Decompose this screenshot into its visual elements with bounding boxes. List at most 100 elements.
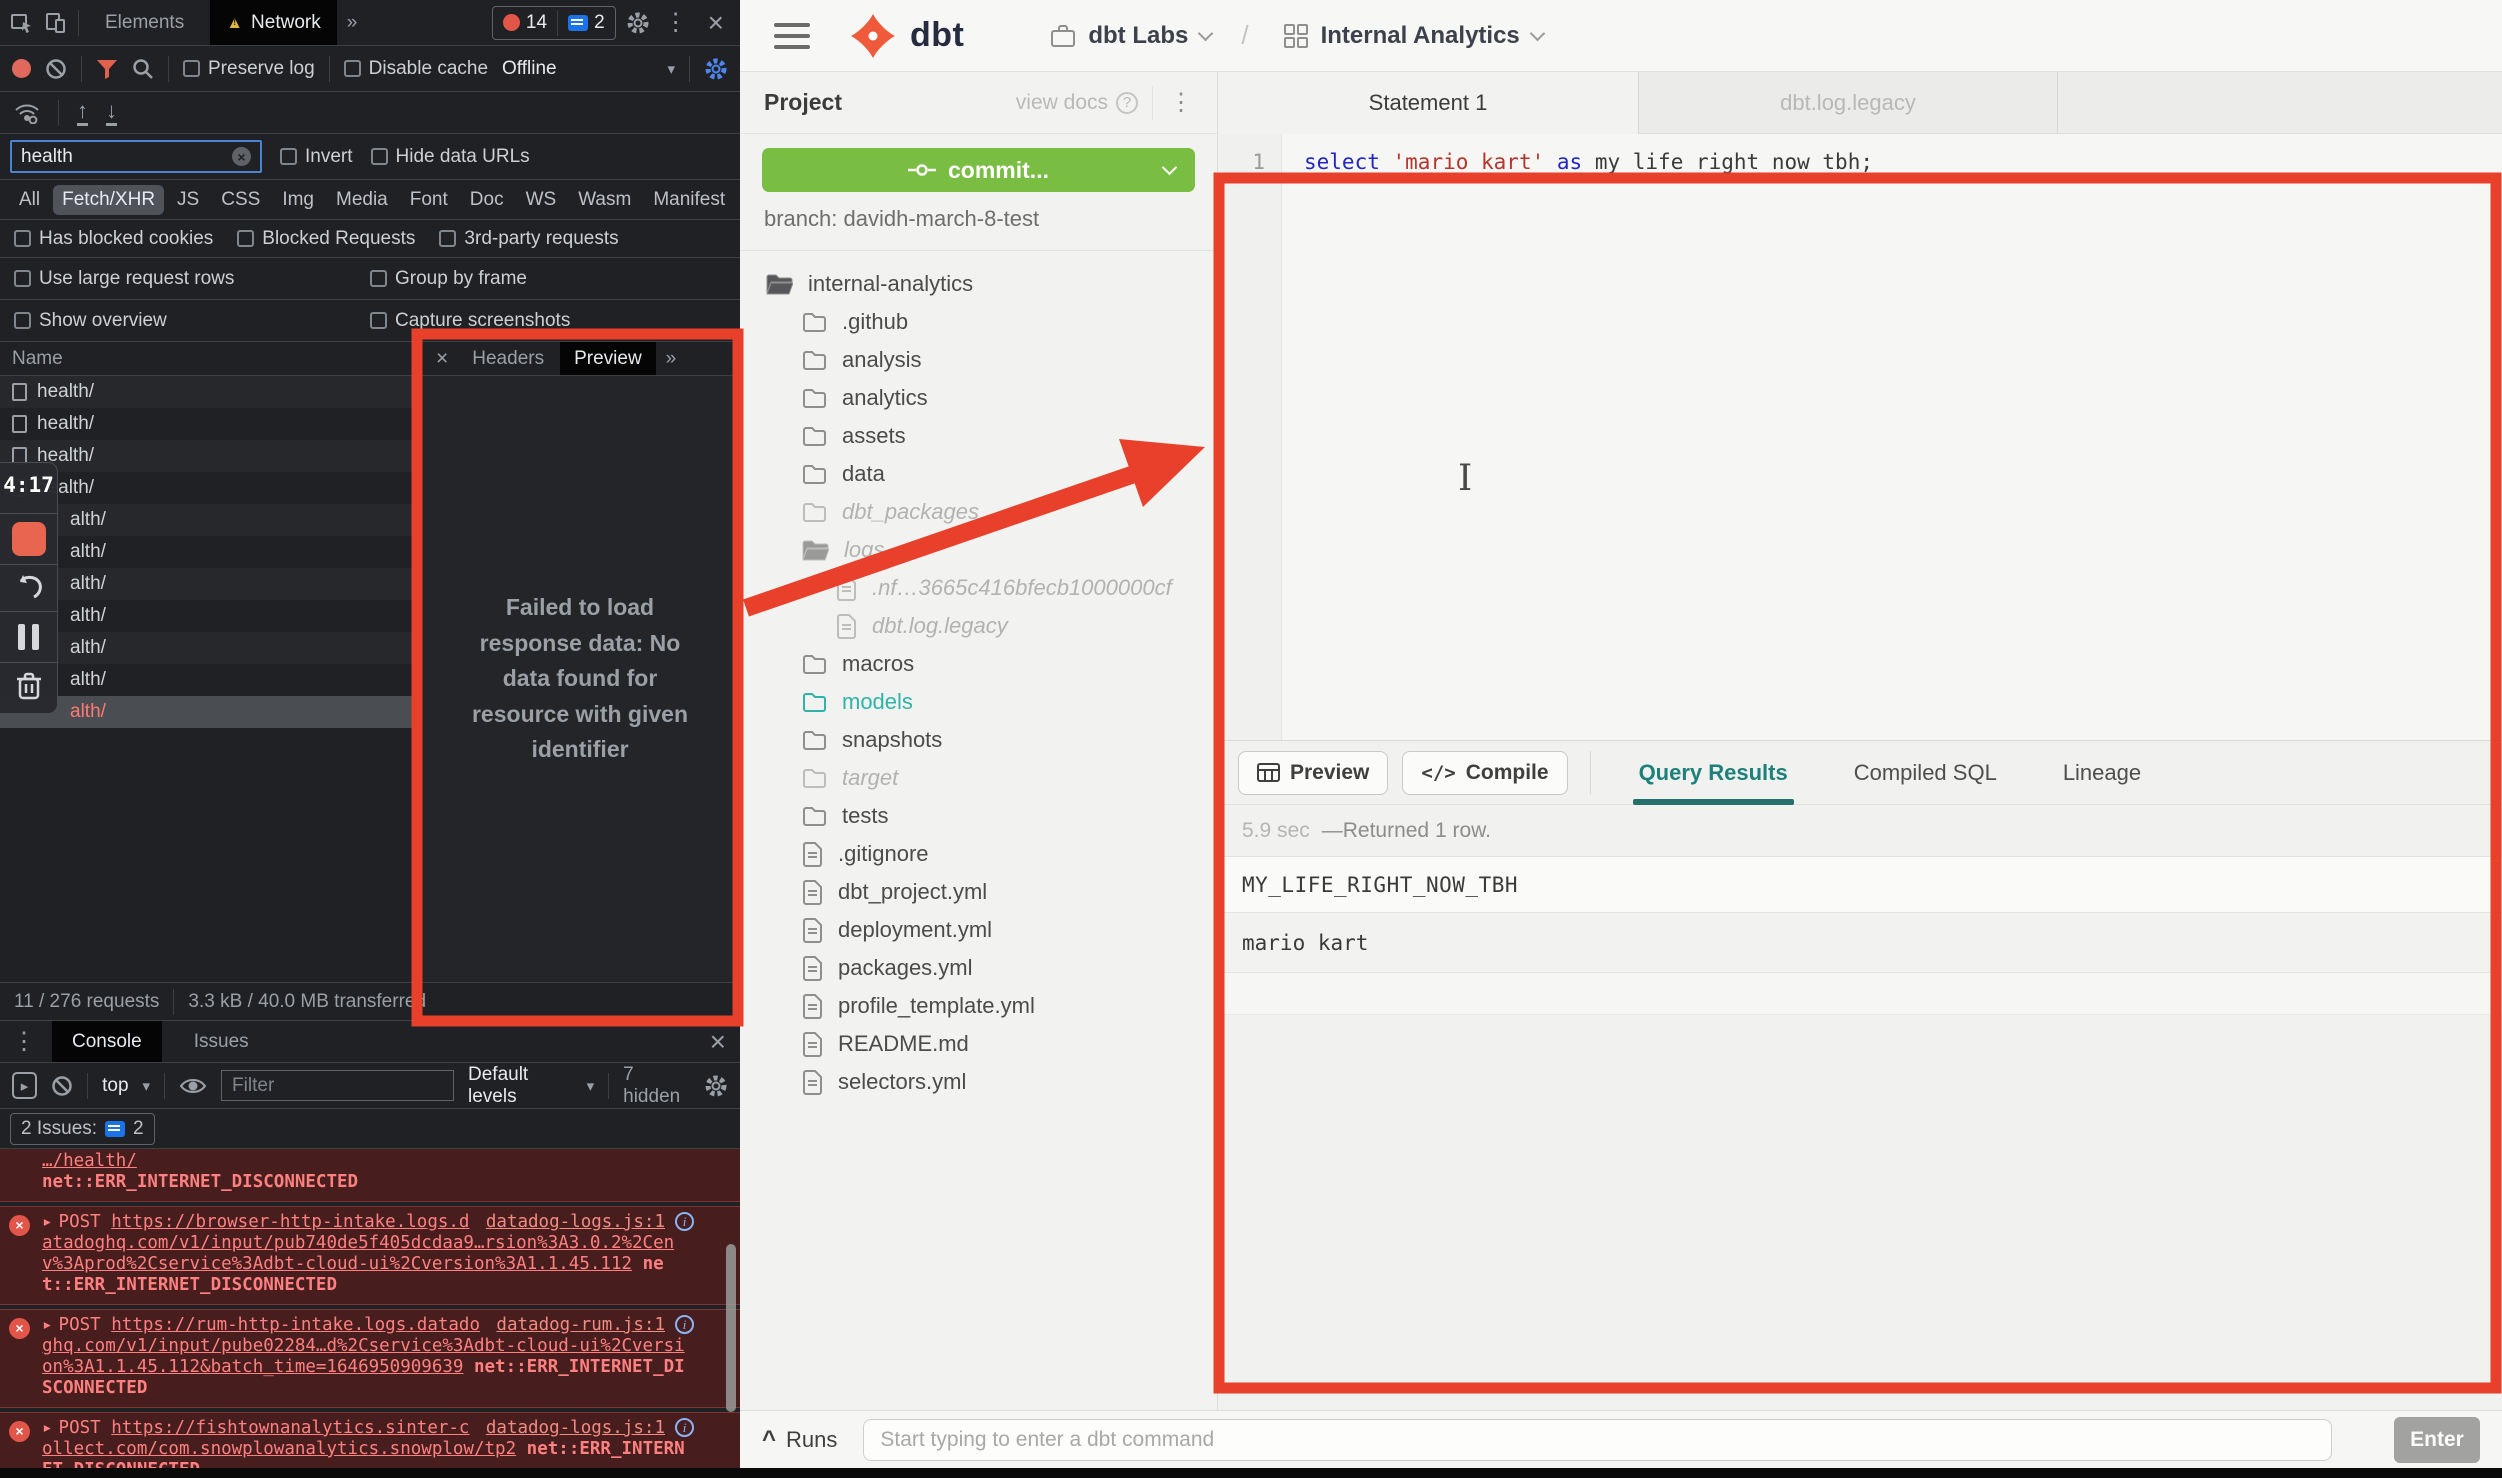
filter-chip-font[interactable]: Font [401, 185, 457, 215]
tab-issues[interactable]: Issues [174, 1021, 269, 1062]
tree-item-folder-models[interactable]: models [740, 683, 1217, 721]
commit-button[interactable]: commit... [762, 148, 1195, 192]
console-error[interactable]: × i datadog-logs.js:1 ▸POST https://brow… [0, 1206, 740, 1305]
request-row[interactable]: health/ [0, 472, 419, 504]
console-error[interactable]: × i datadog-logs.js:1 ▸POST https://fish… [0, 1412, 740, 1468]
tree-item-folder[interactable]: assets [740, 417, 1217, 455]
delete-recording-icon[interactable] [15, 671, 43, 701]
filter-funnel-icon[interactable] [96, 59, 118, 79]
error-badge[interactable]: 14 [503, 12, 547, 34]
export-har-icon[interactable]: ↓ [106, 100, 117, 126]
filter-chip-wasm[interactable]: Wasm [569, 185, 640, 215]
filter-chip-doc[interactable]: Doc [461, 185, 513, 215]
tree-item-file[interactable]: dbt.log.legacy [740, 607, 1217, 645]
hide-data-urls-checkbox[interactable]: Hide data URLs [371, 146, 530, 168]
tree-item-folder[interactable]: analysis [740, 341, 1217, 379]
tab-lineage[interactable]: Lineage [2037, 741, 2167, 804]
clear-console-icon[interactable] [51, 1075, 73, 1097]
blocked-requests-checkbox[interactable]: Blocked Requests [237, 228, 415, 250]
tab-elements[interactable]: Elements [89, 0, 200, 45]
tree-item-file[interactable]: packages.yml [740, 949, 1217, 987]
tree-item-folder[interactable]: analytics [740, 379, 1217, 417]
tree-item-folder[interactable]: dbt_packages [740, 493, 1217, 531]
view-docs-link[interactable]: view docs ? [1016, 91, 1138, 115]
tree-item-file[interactable]: deployment.yml [740, 911, 1217, 949]
runs-toggle[interactable]: ^Runs [762, 1426, 837, 1454]
filter-chip-manifest[interactable]: Manifest [644, 185, 734, 215]
info-circle-icon[interactable]: i [675, 1418, 694, 1437]
console-error[interactable]: × i datadog-rum.js:1 ▸POST https://rum-h… [0, 1309, 740, 1408]
capture-screenshots-checkbox[interactable]: Capture screenshots [370, 310, 726, 332]
filter-chip-css[interactable]: CSS [212, 185, 269, 215]
more-detail-tabs-icon[interactable]: » [658, 348, 685, 370]
request-row[interactable]: alth/ [0, 664, 419, 696]
error-source-link[interactable]: datadog-logs.js:1 [486, 1212, 665, 1233]
network-settings-gear-icon[interactable] [704, 57, 728, 81]
filter-chip-all[interactable]: All [10, 185, 49, 215]
tab-headers[interactable]: Headers [458, 342, 558, 375]
request-row[interactable]: alth/ [0, 504, 419, 536]
invert-checkbox[interactable]: Invert [280, 146, 353, 168]
compile-button[interactable]: </> Compile [1402, 751, 1567, 795]
requests-name-column-header[interactable]: Name [0, 342, 419, 376]
console-menu-icon[interactable]: ⋮ [8, 1027, 40, 1056]
result-column-header[interactable]: MY_LIFE_RIGHT_NOW_TBH [1218, 857, 2502, 913]
devtools-menu-icon[interactable]: ⋮ [660, 8, 692, 37]
tab-query-results[interactable]: Query Results [1613, 741, 1814, 804]
record-icon[interactable] [12, 59, 31, 78]
close-devtools-icon[interactable]: × [702, 9, 730, 37]
dbt-logo[interactable]: dbt [850, 13, 964, 59]
has-blocked-cookies-checkbox[interactable]: Has blocked cookies [14, 228, 213, 250]
result-row[interactable]: mario kart [1218, 913, 2502, 973]
disable-cache-checkbox[interactable]: Disable cache [344, 58, 488, 80]
stop-recording-button[interactable] [12, 522, 46, 556]
hamburger-menu-icon[interactable] [774, 23, 810, 49]
tree-item-root[interactable]: internal-analytics [740, 265, 1217, 303]
network-conditions-icon[interactable] [14, 102, 40, 124]
import-har-icon[interactable]: ↑ [77, 100, 88, 126]
info-circle-icon[interactable]: i [675, 1212, 694, 1231]
console-error[interactable]: …/health/ net::ERR_INTERNET_DISCONNECTED [0, 1149, 740, 1202]
console-scrollbar[interactable] [726, 1244, 736, 1412]
info-circle-icon[interactable]: i [675, 1315, 694, 1334]
issues-badge[interactable]: 2 [568, 12, 605, 34]
dbt-command-input[interactable]: Start typing to enter a dbt command [863, 1419, 2332, 1461]
settings-gear-icon[interactable] [626, 11, 650, 35]
request-row[interactable]: health/ [0, 408, 419, 440]
request-row[interactable]: alth/ [0, 600, 419, 632]
editor-tab-dbt-log-legacy[interactable]: dbt.log.legacy [1638, 72, 2058, 134]
sql-editor[interactable]: 1 select 'mario kart' as my_life_right_n… [1218, 134, 2502, 740]
expand-triangle-icon[interactable]: ▸ [42, 1315, 53, 1335]
request-row[interactable]: health/ [0, 440, 419, 472]
throttling-select[interactable]: Offline [502, 58, 557, 80]
tree-item-file[interactable]: README.md [740, 1025, 1217, 1063]
tree-item-file[interactable]: dbt_project.yml [740, 873, 1217, 911]
group-by-frame-checkbox[interactable]: Group by frame [370, 268, 726, 290]
issues-pill[interactable]: 2 Issues: 2 [10, 1113, 155, 1145]
tree-item-file[interactable]: profile_template.yml [740, 987, 1217, 1025]
project-switcher[interactable]: Internal Analytics [1283, 22, 1543, 50]
filter-chip-js[interactable]: JS [168, 185, 208, 215]
help-icon[interactable]: ? [1116, 92, 1138, 114]
filter-chip-media[interactable]: Media [327, 185, 397, 215]
request-row[interactable]: alth/ [0, 568, 419, 600]
tree-item-folder-open[interactable]: logs [740, 531, 1217, 569]
request-row-selected[interactable]: alth/ [0, 696, 419, 728]
tab-compiled-sql[interactable]: Compiled SQL [1828, 741, 2023, 804]
context-select[interactable]: top [102, 1075, 128, 1097]
preserve-log-checkbox[interactable]: Preserve log [183, 58, 315, 80]
console-sidebar-icon[interactable]: ▸ [12, 1072, 37, 1099]
error-source-link[interactable]: datadog-rum.js:1 [496, 1315, 665, 1336]
clear-filter-icon[interactable]: × [232, 147, 251, 166]
preview-button[interactable]: Preview [1238, 751, 1388, 795]
sidebar-menu-icon[interactable]: ⋮ [1152, 86, 1193, 120]
throttling-caret-icon[interactable]: ▾ [667, 60, 675, 78]
tree-item-file[interactable]: selectors.yml [740, 1063, 1217, 1101]
more-tabs-icon[interactable]: » [347, 12, 358, 34]
tree-item-folder[interactable]: target [740, 759, 1217, 797]
close-detail-icon[interactable]: × [428, 347, 456, 371]
error-source-link[interactable]: datadog-logs.js:1 [486, 1418, 665, 1439]
network-filter-input[interactable]: health × [10, 140, 262, 173]
tab-preview[interactable]: Preview [560, 342, 656, 375]
use-large-request-rows-checkbox[interactable]: Use large request rows [14, 268, 370, 290]
